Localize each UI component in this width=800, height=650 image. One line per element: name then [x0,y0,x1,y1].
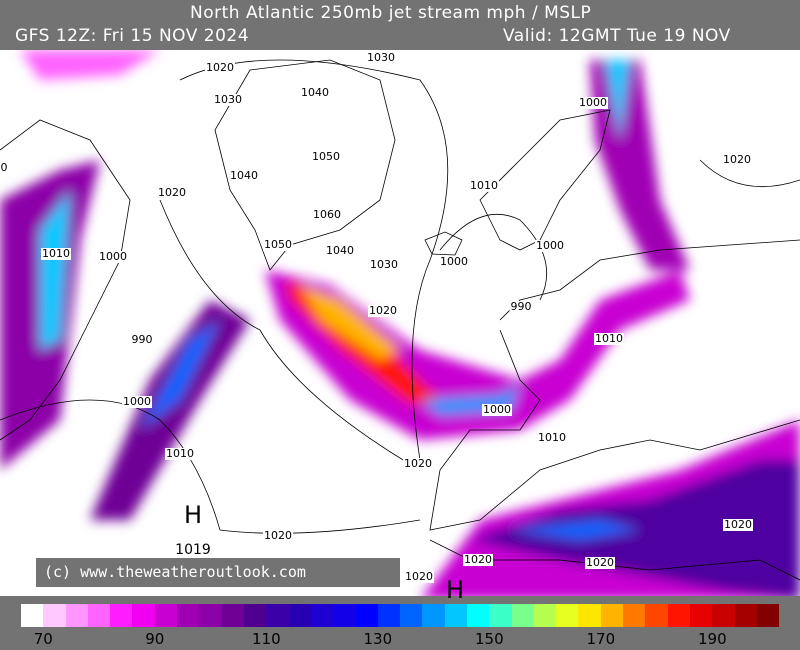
colorbar-swatch [466,604,490,627]
colorbar-swatch [377,604,401,627]
isobar-label: 1020 [723,518,753,531]
colorbar-swatch [600,604,624,627]
colorbar-swatch [355,604,378,627]
isobar-label: 1020 [585,556,615,569]
jet-stream-shading [0,50,800,600]
isobar-label: 1000 [578,96,608,109]
colorbar-swatch [623,604,646,627]
chart-title: North Atlantic 250mb jet stream mph / MS… [190,3,592,23]
colorbar-swatch [310,604,334,627]
isobar-label: 1010 [469,179,499,192]
colorbar-tick-label: 130 [363,630,393,648]
isobar-label: 1010 [165,447,195,460]
isobar-label: 1010 [537,431,567,444]
high-pressure-marker: H [183,501,203,529]
isobar-label: 1030 [369,258,399,271]
copyright-notice: (c) www.theweatheroutlook.com [36,558,400,587]
isobar-label: 1050 [311,150,341,163]
colorbar-tick-label: 90 [145,630,165,648]
isobar-label: 1010 [594,332,624,345]
colorbar-swatch [110,604,133,627]
isobar-label: 1050 [263,238,293,251]
jet-north [590,60,690,270]
colorbar-tick-label: 170 [586,630,616,648]
colorbar-swatch [712,604,735,627]
isobar-label: 1020 [368,304,398,317]
colorbar-swatch [489,604,512,627]
colorbar-swatch [87,604,111,627]
colorbar-swatch [533,604,557,627]
colorbar-swatch [422,604,445,627]
colorbar-swatch [177,604,200,627]
isobar-label: 1000 [98,250,128,263]
isobar-label: 1000 [482,403,512,416]
isobar-label: 1030 [366,51,396,64]
scandinavia-coast [479,109,611,251]
isobar-label: 1020 [205,61,235,74]
isobar-label: 1060 [312,208,342,221]
colorbar-swatch [556,604,579,627]
colorbar-swatch [288,604,311,627]
isobar-label: 990 [130,333,154,346]
iceland-coast [424,231,463,256]
isobar-label: 1000 [439,255,469,268]
colorbar-swatch [511,604,534,627]
colorbar-swatch [21,604,44,627]
jet-mid [90,300,250,520]
isobar-label: 1000 [122,395,152,408]
colorbar-swatch [734,604,757,627]
colorbar-swatch [154,604,178,627]
colorbar-swatch [221,604,244,627]
colorbar-tick-label: 150 [474,630,504,648]
isobar-label: 1040 [300,86,330,99]
colorbar-swatch [689,604,713,627]
isobar-label: 1030 [213,93,243,106]
jet-main [265,270,690,440]
isobar-label: 0 [0,161,9,174]
wind-speed-colorbar [21,604,780,627]
colorbar-swatch [444,604,467,627]
colorbar-swatch [65,604,88,627]
colorbar-tick-label: 190 [697,630,727,648]
isobar-label: 1040 [229,169,259,182]
colorbar-swatch [667,604,690,627]
isobar-label: 990 [509,300,533,313]
colorbar-swatch [333,604,356,627]
colorbar-swatch [43,604,66,627]
colorbar-swatch [199,604,222,627]
high-pressure-value: 1019 [175,542,211,558]
weather-map: 1020 1030 1040 1030 1000 1020 1050 1040 1020 1010… [0,50,800,604]
colorbar-swatch [756,604,780,627]
colorbar-swatch [132,604,155,627]
colorbar-swatch [243,604,267,627]
colorbar-swatch [400,604,423,627]
isobar-label: 1020 [404,570,434,583]
isobar-label: 1020 [157,186,187,199]
isobar-label: 1020 [263,529,293,542]
colorbar-tick-label: 110 [251,630,281,648]
model-run-label: GFS 12Z: Fri 15 NOV 2024 [15,26,250,46]
colorbar-swatch [266,604,289,627]
colorbar-tick-label: 70 [33,630,53,648]
isobar-label: 1040 [325,244,355,257]
high-pressure-marker: H [445,576,465,604]
isobar-label: 1010 [41,247,71,260]
isobar-label: 1000 [535,239,565,252]
colorbar-swatch [578,604,601,627]
isobar-label: 1020 [403,457,433,470]
isobar-label: 1020 [722,153,752,166]
isobar-label: 1020 [463,553,493,566]
colorbar-swatch [645,604,668,627]
jet-stream-map [0,50,800,600]
valid-time-label: Valid: 12GMT Tue 19 NOV [503,26,731,46]
